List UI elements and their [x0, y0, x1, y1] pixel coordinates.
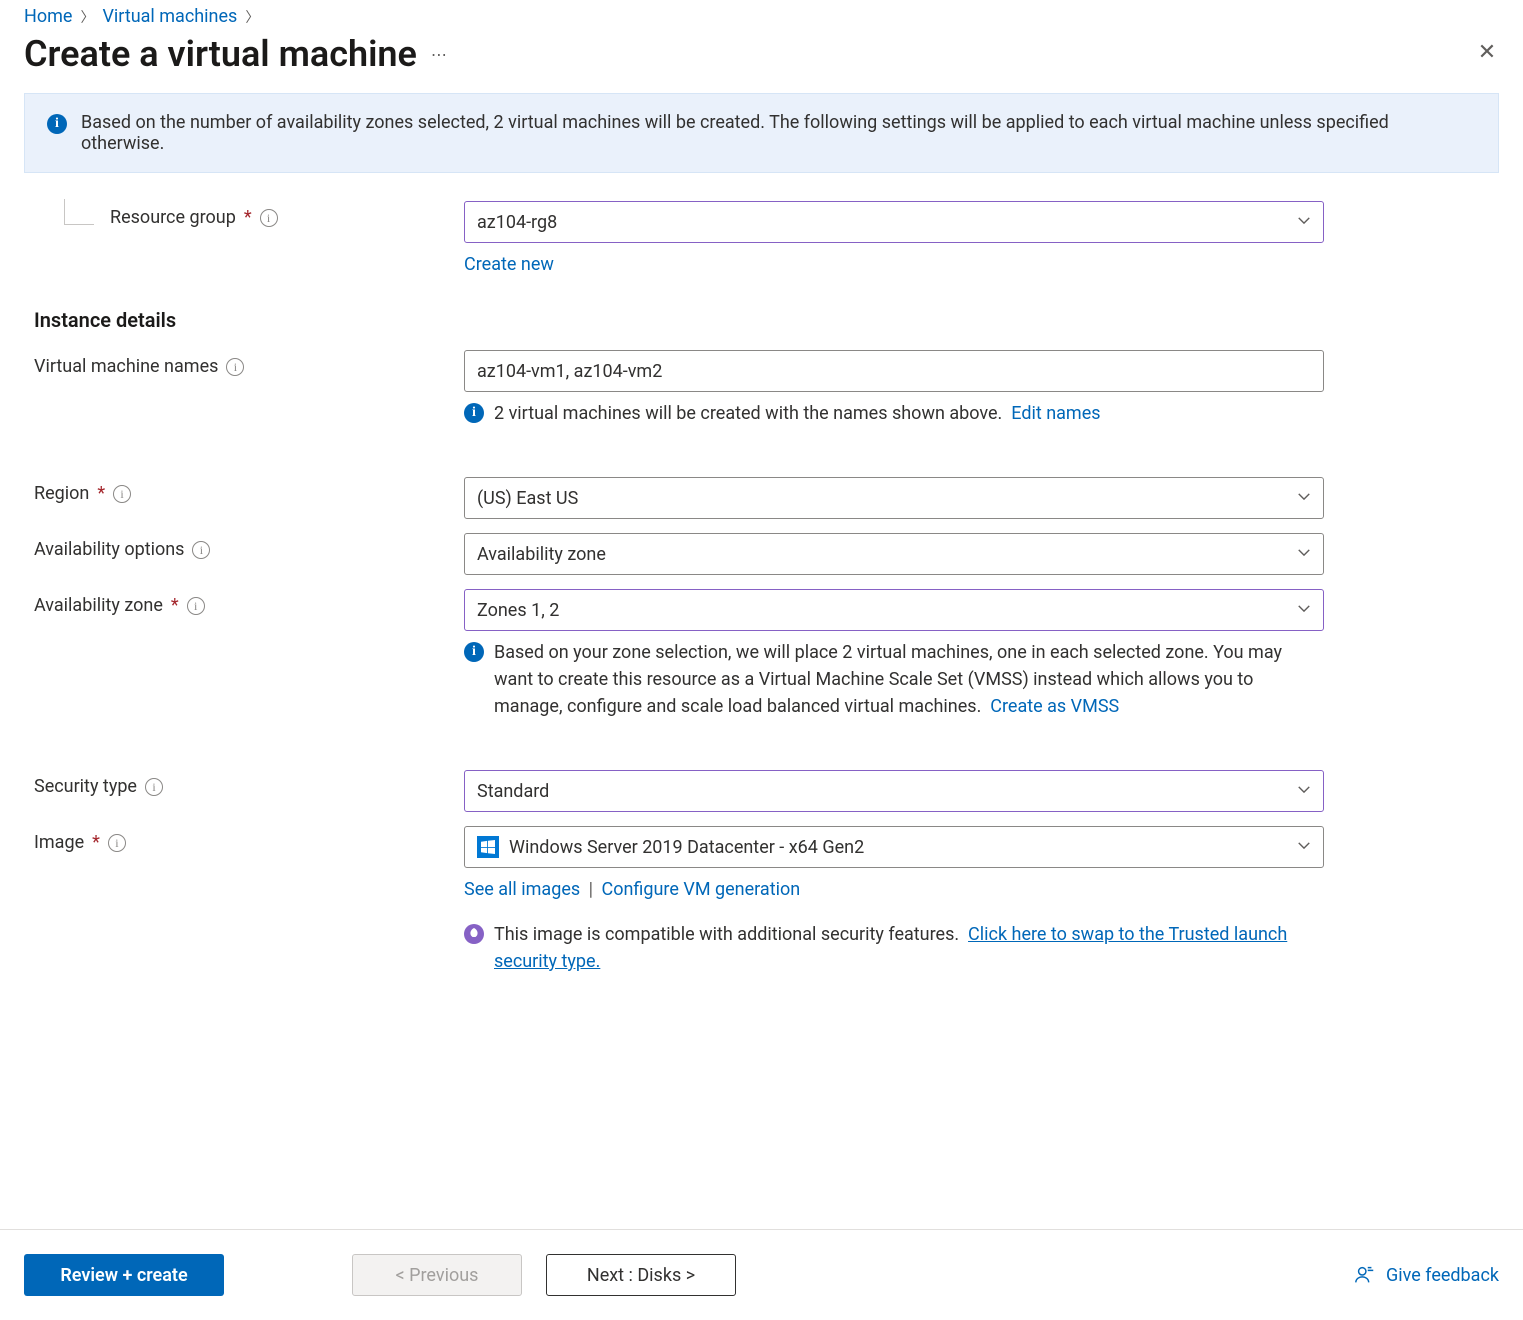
edit-names-link[interactable]: Edit names: [1011, 403, 1100, 424]
configure-vm-generation-link[interactable]: Configure VM generation: [602, 879, 801, 900]
info-icon: i: [464, 403, 484, 423]
feedback-icon: [1354, 1264, 1376, 1286]
create-as-vmss-link[interactable]: Create as VMSS: [990, 696, 1119, 717]
image-value: Windows Server 2019 Datacenter - x64 Gen…: [509, 837, 864, 858]
region-value: (US) East US: [477, 488, 578, 509]
label-region: Region: [34, 483, 89, 504]
required-indicator: *: [244, 207, 252, 228]
info-banner-text: Based on the number of availability zone…: [81, 112, 1476, 154]
bottom-bar: Review + create < Previous Next : Disks …: [0, 1229, 1523, 1320]
label-resource-group: Resource group: [110, 207, 236, 228]
rocket-icon: [464, 924, 484, 944]
give-feedback-button[interactable]: Give feedback: [1354, 1264, 1499, 1286]
tree-indent-icon: [64, 199, 94, 225]
help-icon[interactable]: i: [226, 358, 244, 376]
give-feedback-label: Give feedback: [1386, 1265, 1499, 1286]
help-icon[interactable]: i: [113, 485, 131, 503]
help-icon[interactable]: i: [145, 778, 163, 796]
help-icon[interactable]: i: [260, 209, 278, 227]
section-instance-details: Instance details: [34, 308, 1489, 332]
page-title: Create a virtual machine: [24, 33, 417, 75]
close-button[interactable]: ✕: [1475, 42, 1499, 66]
resource-group-select[interactable]: az104-rg8: [464, 201, 1324, 243]
label-security-type: Security type: [34, 776, 137, 797]
label-availability-zone: Availability zone: [34, 595, 163, 616]
label-image: Image: [34, 832, 84, 853]
chevron-down-icon: [1297, 600, 1311, 621]
required-indicator: *: [171, 595, 179, 616]
more-actions-button[interactable]: ⋯: [431, 45, 449, 64]
breadcrumb-virtual-machines[interactable]: Virtual machines: [102, 6, 237, 27]
vm-names-input[interactable]: az104-vm1, az104-vm2: [464, 350, 1324, 392]
availability-options-value: Availability zone: [477, 544, 606, 565]
chevron-down-icon: [1297, 488, 1311, 509]
availability-options-select[interactable]: Availability zone: [464, 533, 1324, 575]
chevron-down-icon: [1297, 837, 1311, 858]
label-availability-options: Availability options: [34, 539, 184, 560]
resource-group-value: az104-rg8: [477, 212, 557, 233]
separator: |: [589, 879, 593, 900]
see-all-images-link[interactable]: See all images: [464, 879, 580, 900]
region-select[interactable]: (US) East US: [464, 477, 1324, 519]
next-button[interactable]: Next : Disks >: [546, 1254, 736, 1296]
breadcrumb-home[interactable]: Home: [24, 6, 72, 27]
security-type-select[interactable]: Standard: [464, 770, 1324, 812]
help-icon[interactable]: i: [187, 597, 205, 615]
review-create-button[interactable]: Review + create: [24, 1254, 224, 1296]
image-select[interactable]: Windows Server 2019 Datacenter - x64 Gen…: [464, 826, 1324, 868]
vm-names-helper-text: 2 virtual machines will be created with …: [494, 403, 1002, 424]
create-new-link[interactable]: Create new: [464, 254, 554, 275]
required-indicator: *: [92, 832, 100, 853]
availability-zone-select[interactable]: Zones 1, 2: [464, 589, 1324, 631]
chevron-down-icon: [1297, 781, 1311, 802]
chevron-down-icon: [1297, 544, 1311, 565]
image-security-text: This image is compatible with additional…: [494, 924, 959, 945]
help-icon[interactable]: i: [108, 834, 126, 852]
required-indicator: *: [97, 483, 105, 504]
breadcrumb: Home 〉 Virtual machines 〉: [0, 0, 1523, 27]
security-type-value: Standard: [477, 781, 549, 802]
windows-icon: [477, 836, 499, 858]
help-icon[interactable]: i: [192, 541, 210, 559]
info-icon: i: [47, 114, 67, 134]
chevron-right-icon: 〉: [80, 7, 94, 27]
chevron-right-icon: 〉: [245, 7, 259, 27]
label-vm-names: Virtual machine names: [34, 356, 218, 377]
chevron-down-icon: [1297, 212, 1311, 233]
info-icon: i: [464, 642, 484, 662]
zone-helper-text: Based on your zone selection, we will pl…: [494, 642, 1282, 717]
availability-zone-value: Zones 1, 2: [477, 600, 559, 621]
vm-names-value: az104-vm1, az104-vm2: [477, 361, 662, 382]
previous-button[interactable]: < Previous: [352, 1254, 522, 1296]
info-banner: i Based on the number of availability zo…: [24, 93, 1499, 173]
